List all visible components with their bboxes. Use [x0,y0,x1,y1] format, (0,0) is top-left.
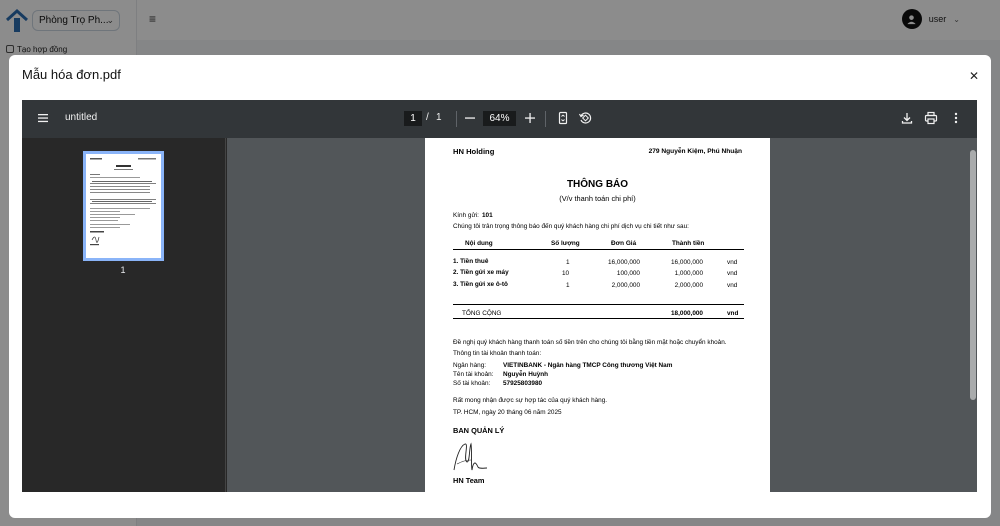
fit-page-icon[interactable] [556,111,570,125]
table-header-rule [453,249,744,250]
grand-total-unit: vnd [727,310,739,317]
col-header-content: Nội dung [465,240,493,247]
grand-total-value: 18,000,000 [671,310,703,317]
toolbar-divider [545,111,546,127]
page-thumbnail[interactable] [83,151,164,261]
row-1-qty: 1 [566,259,570,266]
payment-request: Đề nghị quý khách hàng thanh toán số tiề… [453,339,727,346]
row-3-unit: vnd [727,282,738,289]
account-label: Số tài khoản: [453,380,491,387]
print-icon[interactable] [924,111,938,125]
pdf-preview-modal: Mẫu hóa đơn.pdf ✕ untitled 1 / 1 64% 1 H… [9,55,991,518]
invoice-title: THÔNG BÁO [566,179,629,190]
toolbar-divider [456,111,457,127]
to-label: Kính gửi: [453,212,479,219]
pdf-viewer: untitled 1 / 1 64% 1 HN Holding 279 Nguy… [22,100,977,492]
row-2-unit: vnd [727,270,738,277]
scrollbar-thumb[interactable] [970,150,976,400]
pdf-toolbar: untitled 1 / 1 64% [22,100,977,138]
row-1-total: 16,000,000 [671,259,703,266]
minus-icon[interactable] [463,111,477,125]
close-icon[interactable]: ✕ [969,70,979,82]
row-2-total: 1,000,000 [674,270,703,277]
row-2-name: 2. Tiền gửi xe máy [453,269,509,276]
menu-icon[interactable] [37,112,49,124]
row-2-price: 100,000 [616,270,640,277]
date-line: TP. HCM, ngày 20 tháng 06 năm 2025 [453,409,562,416]
thanks-note: Rất mong nhận được sự hợp tác của quý kh… [453,397,608,404]
row-1-unit: vnd [727,259,738,266]
to-value: 101 [482,212,493,219]
download-icon[interactable] [900,111,914,125]
total-pages: 1 [436,112,442,123]
holder-label: Tên tài khoản: [453,371,494,378]
bank-info-title: Thông tin tài khoản thanh toán: [453,350,542,357]
invoice-intro: Chúng tôi trân trọng thông báo đến quý k… [453,223,689,230]
more-vert-icon[interactable] [949,111,963,125]
pdf-page: HN Holding 279 Nguyễn Kiệm, Phú Nhuận TH… [425,138,770,492]
signature-image [453,442,488,471]
zoom-level[interactable]: 64% [483,111,516,126]
page-separator: / [426,112,429,123]
col-header-price: Đơn Giá [611,240,637,247]
account-value: 57925803980 [503,380,543,387]
scrollbar-track[interactable] [969,138,977,492]
document-canvas[interactable]: HN Holding 279 Nguyễn Kiệm, Phú Nhuận TH… [227,138,977,492]
col-header-total: Thành tiền [672,240,705,247]
page-number-input[interactable]: 1 [404,111,422,126]
plus-icon[interactable] [523,111,537,125]
row-3-price: 2,000,000 [611,282,640,289]
thumbnail-preview [90,158,156,246]
bank-label: Ngân hàng: [453,362,487,369]
modal-title: Mẫu hóa đơn.pdf [22,67,121,82]
invoice-company: HN Holding [453,147,495,156]
bank-value: VIETINBANK - Ngân hàng TMCP Công thương … [503,362,673,369]
col-header-qty: Số lượng [551,240,580,247]
grand-total-label: TỔNG CỘNG [462,310,502,317]
thumbnail-page-number: 1 [120,265,126,275]
row-1-name: 1. Tiền thuê [453,258,489,265]
holder-value: Nguyễn Huỳnh [503,371,549,378]
row-1-price: 16,000,000 [608,259,640,266]
document-title: untitled [65,112,98,123]
row-2-qty: 10 [562,270,570,277]
signer-name: HN Team [453,476,485,485]
row-3-name: 3. Tiền gửi xe ô-tô [453,281,508,288]
invoice-address: 279 Nguyễn Kiệm, Phú Nhuận [648,148,742,155]
row-3-qty: 1 [566,282,570,289]
board-title: BAN QUẢN LÝ [453,426,505,435]
row-3-total: 2,000,000 [674,282,703,289]
total-bottom-rule [453,318,744,319]
invoice-subtitle: (V/v thanh toán chi phí) [559,194,636,203]
rotate-icon[interactable] [578,111,592,125]
total-top-rule [453,304,744,305]
thumbnail-sidebar: 1 [22,138,226,492]
